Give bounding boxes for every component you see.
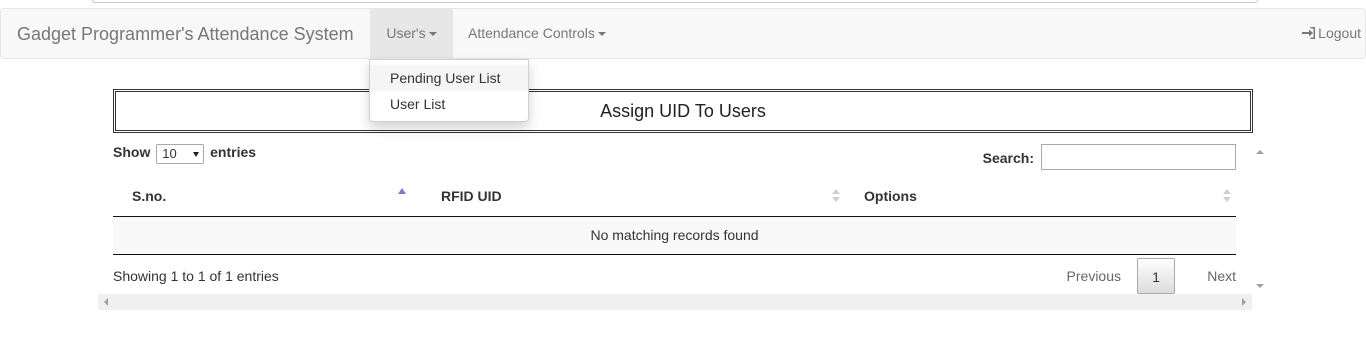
horizontal-scrollbar[interactable] [98, 294, 1252, 310]
scroll-down-icon[interactable] [1256, 284, 1264, 288]
pagination: Previous 1 Next [1036, 258, 1236, 294]
table-info: Showing 1 to 1 of 1 entries [113, 268, 279, 284]
browser-top-strip [0, 0, 1366, 8]
nav-users-menu[interactable]: User's [370, 9, 453, 58]
search-label: Search: [982, 150, 1034, 166]
column-header-options[interactable]: Options [845, 176, 1236, 217]
dropdown-item-pending-user-list[interactable]: Pending User List [370, 65, 528, 91]
search-input[interactable] [1041, 144, 1236, 170]
page-length-value: 10 [162, 146, 177, 161]
address-bar-edge [92, 0, 1258, 3]
page-length-control: Show 10 entries [113, 144, 256, 164]
column-label: RFID UID [441, 187, 502, 204]
entries-label: entries [210, 144, 257, 160]
logout-label: Logout [1318, 25, 1361, 41]
page-length-select[interactable]: 10 [156, 144, 205, 164]
vertical-scrollbar[interactable] [1252, 144, 1268, 294]
page-title: Assign UID To Users [113, 89, 1253, 133]
column-label: Options [864, 187, 917, 204]
caret-down-icon [428, 32, 437, 37]
logout-link[interactable]: Logout [1302, 9, 1361, 58]
sort-icon [832, 189, 840, 203]
navbar: Gadget Programmer's Attendance System Us… [0, 8, 1366, 59]
column-header-rfid-uid[interactable]: RFID UID [422, 176, 845, 217]
select-arrow-icon [193, 152, 200, 157]
nav-attendance-label: Attendance Controls [468, 25, 595, 41]
table-row: No matching records found [113, 216, 1236, 255]
previous-button[interactable]: Previous [1067, 258, 1121, 294]
next-button[interactable]: Next [1207, 258, 1236, 294]
users-dropdown-menu: Pending User List User List [369, 59, 529, 122]
dropdown-item-user-list[interactable]: User List [370, 91, 528, 117]
show-label: Show [113, 144, 151, 160]
column-label: S.no. [132, 187, 167, 204]
scroll-up-icon[interactable] [1256, 150, 1264, 154]
caret-down-icon [597, 32, 606, 37]
empty-message: No matching records found [113, 216, 1236, 255]
sort-icon [1223, 189, 1231, 203]
sort-ascending-icon [398, 188, 406, 194]
scroll-left-icon[interactable] [104, 298, 108, 306]
uid-table: S.no. RFID UID Options No matching recor… [113, 176, 1236, 255]
log-out-icon [1302, 10, 1316, 39]
column-header-sno[interactable]: S.no. [113, 176, 422, 217]
nav-attendance-controls-menu[interactable]: Attendance Controls [468, 9, 606, 58]
page-1-button[interactable]: 1 [1137, 258, 1175, 294]
table-header-row: S.no. RFID UID Options [113, 176, 1236, 217]
nav-users-label: User's [386, 25, 426, 41]
brand-title[interactable]: Gadget Programmer's Attendance System [17, 24, 354, 45]
scroll-right-icon[interactable] [1242, 298, 1246, 306]
